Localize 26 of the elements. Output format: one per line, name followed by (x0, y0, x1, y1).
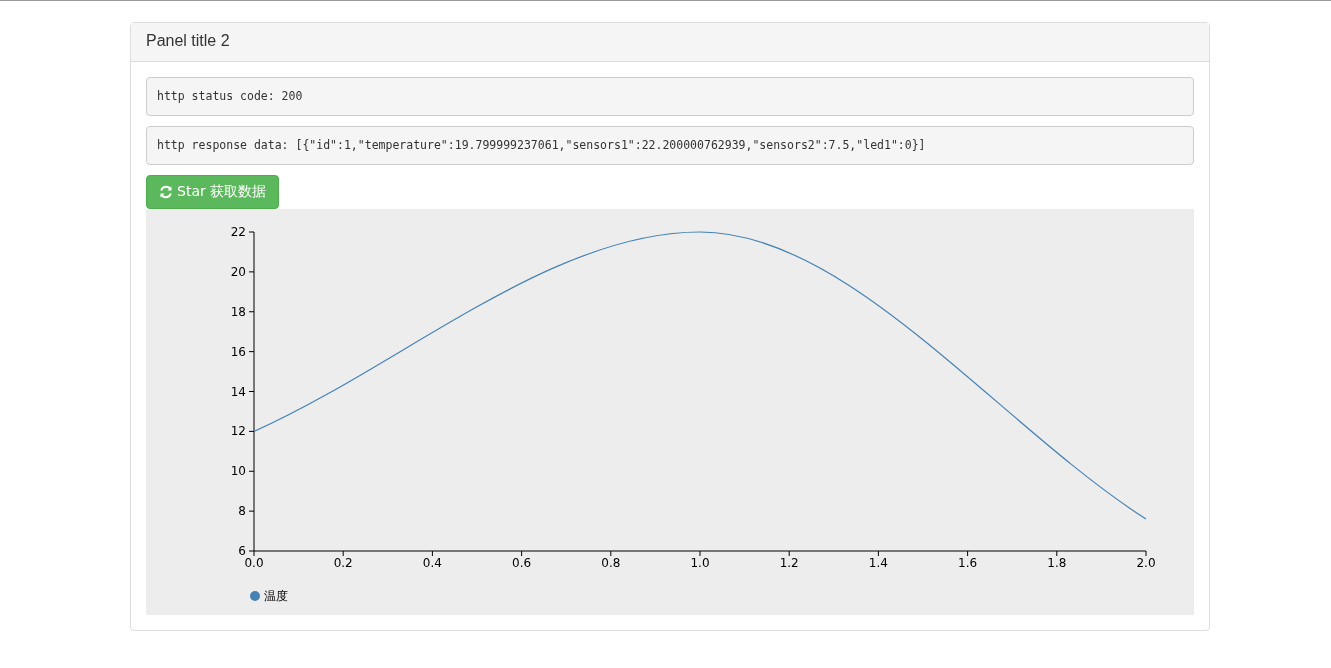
y-tick-label: 18 (230, 304, 246, 319)
x-tick-label: 0.8 (601, 556, 621, 570)
x-tick-label: 1.2 (779, 556, 799, 570)
y-tick-label: 20 (230, 264, 246, 279)
legend-label: 温度 (264, 589, 288, 603)
x-tick-label: 2.0 (1136, 556, 1156, 570)
x-tick-label: 0.4 (422, 556, 442, 570)
y-tick-label: 6 (238, 544, 246, 558)
y-tick-label: 12 (230, 424, 246, 439)
x-tick-label: 1.6 (958, 556, 978, 570)
x-tick-label: 1.8 (1047, 556, 1067, 570)
refresh-icon (159, 185, 173, 199)
fetch-data-button[interactable]: Star 获取数据 (146, 175, 280, 209)
x-tick-label: 0.6 (512, 556, 532, 570)
x-tick-label: 0.2 (333, 556, 353, 570)
y-tick-label: 14 (230, 384, 246, 399)
y-tick-label: 16 (230, 344, 246, 359)
y-tick-label: 22 (230, 225, 246, 239)
x-tick-label: 0.0 (244, 556, 264, 570)
y-tick-label: 8 (238, 504, 246, 519)
y-tick-label: 10 (230, 464, 246, 479)
x-tick-label: 1.4 (868, 556, 888, 570)
x-tick-label: 1.0 (690, 556, 710, 570)
status-code-text: http status code: 200 (146, 77, 1194, 116)
panel-title: Panel title 2 (146, 32, 230, 49)
response-data-text: http response data: [{"id":1,"temperature":19.799999237061,"sensors1":22.200000762939,"sensors2":7.5,"led1":0}] (146, 126, 1194, 165)
